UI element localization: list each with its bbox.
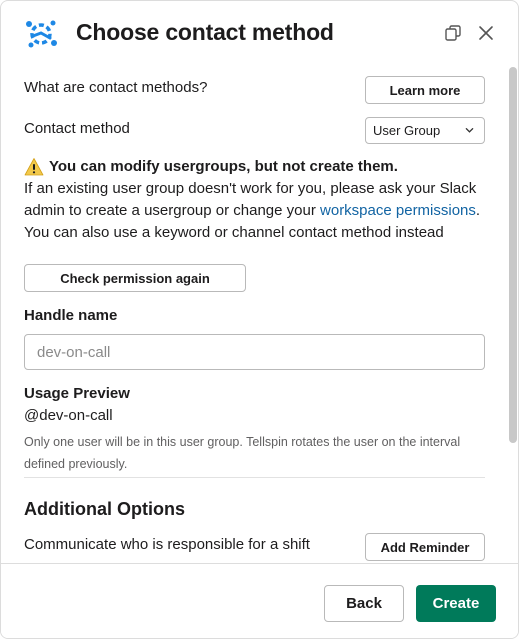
workspace-permissions-link[interactable]: workspace permissions [320, 202, 476, 219]
modal-footer: Back Create [1, 563, 518, 638]
contact-methods-question: What are contact methods? [24, 79, 208, 96]
warning-line2: You can also use a keyword or channel co… [24, 224, 444, 241]
modal-body[interactable]: What are contact methods? Learn more Con… [1, 67, 518, 563]
warning-icon [24, 158, 44, 176]
usage-preview-value: @dev-on-call [24, 407, 113, 424]
scrollbar-thumb[interactable] [509, 67, 517, 443]
contact-method-label: Contact method [24, 120, 130, 137]
warning-line1-end: . [475, 202, 481, 219]
check-permission-button[interactable]: Check permission again [24, 264, 246, 292]
modal-title: Choose contact method [76, 19, 334, 45]
usage-preview-label: Usage Preview [24, 385, 130, 402]
popout-icon [445, 25, 461, 41]
contact-method-modal: Choose contact method What are contact m… [0, 0, 519, 639]
contact-method-select[interactable]: User Group [365, 117, 485, 144]
learn-more-button[interactable]: Learn more [365, 76, 485, 104]
back-button[interactable]: Back [324, 585, 404, 622]
tellspin-logo-icon [26, 20, 57, 48]
usage-preview-note: Only one user will be in this user group… [24, 435, 461, 471]
warning-heading: You can modify usergroups, but not creat… [49, 158, 398, 175]
close-button[interactable] [475, 22, 497, 44]
modal-header: Choose contact method [1, 1, 518, 67]
section-divider [24, 477, 485, 478]
warning-body: If an existing user group doesn't work f… [24, 178, 494, 222]
additional-options-title: Additional Options [24, 499, 185, 519]
add-reminder-button[interactable]: Add Reminder [365, 533, 485, 561]
handle-name-input[interactable] [24, 334, 485, 370]
create-button[interactable]: Create [416, 585, 496, 622]
warning-heading-row: You can modify usergroups, but not creat… [24, 156, 494, 178]
close-icon [479, 26, 493, 40]
chevron-down-icon [465, 128, 474, 133]
contact-method-selected-value: User Group [373, 123, 441, 138]
handle-name-label: Handle name [24, 307, 118, 324]
scrollbar[interactable] [507, 67, 518, 563]
shift-responsibility-text: Communicate who is responsible for a shi… [24, 536, 310, 553]
popout-button[interactable] [442, 22, 464, 44]
permission-warning: You can modify usergroups, but not creat… [24, 156, 494, 244]
